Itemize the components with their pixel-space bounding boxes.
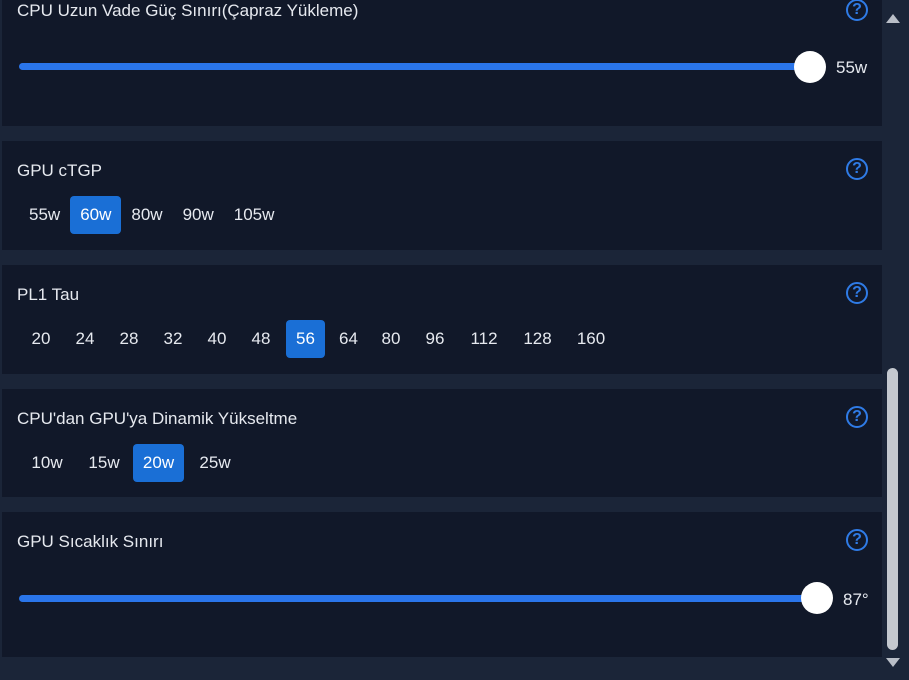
gpu-ctgp-option[interactable]: 80w (121, 196, 172, 234)
settings-panel: CPU Uzun Vade Güç Sınırı(Çapraz Yükleme)… (0, 0, 909, 680)
pl1-tau-option[interactable]: 64 (328, 320, 369, 358)
pl1-tau-option[interactable]: 80 (369, 320, 413, 358)
pl1-tau-option[interactable]: 28 (107, 320, 151, 358)
pl1-tau-option[interactable]: 48 (239, 320, 283, 358)
gpu-ctgp-option-selected[interactable]: 60w (70, 196, 122, 234)
cpu-long-power-slider-track[interactable] (19, 63, 812, 70)
pl1-tau-option-selected[interactable]: 56 (286, 320, 325, 358)
gpu-temp-limit-value: 87° (843, 590, 869, 609)
dynamic-boost-option[interactable]: 25w (184, 444, 246, 482)
card-gpu-ctgp: GPU cTGP ? 55w 60w 80w 90w 105w (2, 141, 882, 250)
pl1-tau-option[interactable]: 32 (151, 320, 195, 358)
gpu-ctgp-title: GPU cTGP (17, 161, 103, 180)
dynamic-boost-option[interactable]: 10w (19, 444, 75, 482)
cpu-long-power-value: 55w (836, 58, 868, 77)
dynamic-boost-option[interactable]: 15w (75, 444, 133, 482)
gpu-ctgp-option[interactable]: 55w (19, 196, 70, 234)
vertical-scrollbar[interactable] (883, 10, 903, 670)
pl1-tau-option[interactable]: 160 (564, 320, 618, 358)
scrollbar-thumb[interactable] (887, 368, 898, 650)
card-gpu-temp-limit: GPU Sıcaklık Sınırı ? 87° (2, 512, 882, 657)
pl1-tau-help-icon[interactable]: ? (846, 282, 868, 304)
pl1-tau-option[interactable]: 128 (511, 320, 564, 358)
cpu-long-power-help-icon[interactable]: ? (846, 0, 868, 21)
pl1-tau-option[interactable]: 112 (457, 320, 511, 358)
gpu-temp-limit-slider-thumb[interactable] (801, 582, 833, 614)
pl1-tau-options: 20 24 28 32 40 48 56 64 80 96 112 128 16… (19, 320, 618, 358)
gpu-temp-limit-help-icon[interactable]: ? (846, 529, 868, 551)
gpu-ctgp-help-icon[interactable]: ? (846, 158, 868, 180)
cpu-long-power-slider-thumb[interactable] (794, 51, 826, 83)
dynamic-boost-options: 10w 15w 20w 25w (19, 444, 246, 482)
dynamic-boost-help-icon[interactable]: ? (846, 406, 868, 428)
cpu-long-power-title: CPU Uzun Vade Güç Sınırı(Çapraz Yükleme) (17, 1, 359, 20)
triangle-up-icon[interactable] (886, 14, 900, 23)
pl1-tau-option[interactable]: 96 (413, 320, 457, 358)
triangle-down-icon[interactable] (886, 658, 900, 667)
dynamic-boost-title: CPU'dan GPU'ya Dinamik Yükseltme (17, 409, 298, 428)
pl1-tau-option[interactable]: 24 (63, 320, 107, 358)
pl1-tau-option[interactable]: 40 (195, 320, 239, 358)
gpu-temp-limit-title: GPU Sıcaklık Sınırı (17, 532, 164, 551)
pl1-tau-title: PL1 Tau (17, 285, 80, 304)
gpu-ctgp-options: 55w 60w 80w 90w 105w (19, 196, 284, 234)
gpu-temp-limit-slider-track[interactable] (19, 595, 819, 602)
gpu-ctgp-option[interactable]: 105w (224, 196, 285, 234)
card-cpu-long-power: CPU Uzun Vade Güç Sınırı(Çapraz Yükleme)… (2, 0, 882, 126)
dynamic-boost-option-selected[interactable]: 20w (133, 444, 184, 482)
pl1-tau-option[interactable]: 20 (19, 320, 63, 358)
card-pl1-tau: PL1 Tau ? 20 24 28 32 40 48 56 64 80 96 … (2, 265, 882, 374)
card-dynamic-boost: CPU'dan GPU'ya Dinamik Yükseltme ? 10w 1… (2, 389, 882, 497)
gpu-ctgp-option[interactable]: 90w (173, 196, 224, 234)
